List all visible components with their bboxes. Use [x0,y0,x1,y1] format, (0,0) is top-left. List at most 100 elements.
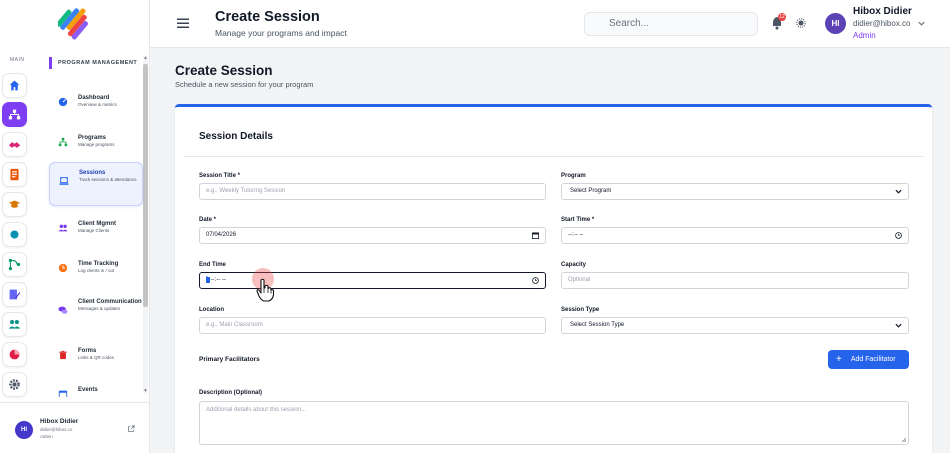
header-title: Create Session [215,9,320,25]
avatar[interactable]: HI [825,13,846,34]
chevron-down-icon [895,189,902,194]
header-user-name: Hibox Didier [853,6,912,17]
chart-pie-icon [9,349,20,360]
clock-icon[interactable] [895,232,902,239]
chevron-down-icon[interactable] [917,19,926,28]
description-textarea[interactable]: Additional details about this session... [199,401,909,445]
gear-icon [9,379,20,390]
add-facilitator-button[interactable]: + Add Facilitator [828,350,909,369]
sidebar-item-subtitle: Overview & metrics [78,102,117,107]
session-details-card: Session Details Session Title * e.g., We… [175,104,932,453]
sidebar-item-programs[interactable]: Programs Manage programs [49,128,143,154]
logo-icon [58,8,89,40]
card-title: Session Details [199,131,273,142]
laptop-icon [58,175,70,187]
program-select-value: Select Program [570,188,612,194]
start-time-input[interactable]: --:-- -- [561,227,909,244]
sidebar-item-title: Dashboard [78,95,110,101]
sidebar-item-subtitle: Manage programs [78,142,115,147]
sidebar-item-client-mgmnt[interactable]: Client Mgmnt Manage Clients [49,214,143,240]
start-time-value: --:-- -- [568,232,584,238]
rail-flow-button[interactable] [2,252,27,277]
sidebar-scrollbar[interactable]: ▲ ▼ [143,56,148,394]
session-title-input[interactable]: e.g., Weekly Tutoring Session [199,183,546,200]
rail-circle-button[interactable] [2,222,27,247]
comments-icon [57,304,69,316]
handshake-icon [8,142,21,148]
page-subtitle: Schedule a new session for your program [175,80,314,89]
rail-programs-button[interactable] [2,102,27,127]
calendar-icon [57,388,69,397]
rail-edit-button[interactable] [2,282,27,307]
scrollbar-thumb[interactable] [143,64,148,307]
sidebar-item-events[interactable]: Events [49,380,143,397]
page-title: Create Session [175,63,273,78]
graduation-icon [8,200,21,208]
plus-icon: + [836,353,842,365]
start-time-label: Start Time * [561,217,595,223]
rail-settings-button[interactable] [2,372,27,397]
avatar: HI [15,421,33,439]
calendar-icon[interactable] [532,232,539,239]
sitemap-icon [8,109,21,120]
sidebar-user-email: didier@hibox.co [40,427,73,432]
header-user-email: didier@hibox.co [853,19,911,28]
clock-icon[interactable] [532,277,539,284]
top-header: Create Session Manage your programs and … [150,0,950,48]
session-type-select[interactable]: Select Session Type [561,317,909,334]
date-value: 07/04/2026 [206,232,237,238]
session-type-value: Select Session Type [570,322,625,328]
external-link-icon[interactable] [127,425,135,433]
program-label: Program [561,173,586,179]
scroll-up-icon[interactable]: ▲ [143,56,148,61]
sidebar-user-card: HI Hibox Didier didier@hibox.co Admin [0,402,150,453]
location-label: Location [199,307,224,313]
clock-icon [57,262,69,274]
rail-partners-button[interactable] [2,132,27,157]
sidebar-item-time-tracking[interactable]: Time Tracking Log clients in / out [49,254,143,280]
sidebar-item-dashboard[interactable]: Dashboard Overview & metrics [49,88,143,114]
sidebar-user-name: Hibox Didier [40,418,79,425]
capacity-label: Capacity [561,262,587,268]
session-type-label: Session Type [561,307,600,313]
users-icon [8,320,21,329]
capacity-input[interactable]: Optional [561,272,909,289]
dashboard-icon [57,96,69,108]
search-input[interactable]: Search... [584,12,758,36]
sun-icon[interactable] [796,18,806,28]
notification-badge: 12 [778,13,786,21]
add-facilitator-label: Add Facilitator [850,356,896,363]
sidebar-item-title: Client Communication [78,299,142,305]
resize-handle-icon[interactable] [901,437,906,442]
rail-reports-button[interactable] [2,342,27,367]
trash-icon [57,349,69,361]
sidebar: MAIN PROGRAM MANAGEMENT Dashboard Overvi… [0,0,150,453]
sidebar-item-subtitle: Track sessions & attendance [79,177,137,182]
sidebar-user-role: Admin [40,434,53,439]
menu-icon[interactable] [177,17,189,29]
session-title-label: Session Title * [199,173,240,179]
facilitators-label: Primary Facilitators [199,356,260,363]
program-select[interactable]: Select Program [561,183,909,200]
header-user-role: Admin [853,31,876,40]
sidebar-nav: PROGRAM MANAGEMENT Dashboard Overview & m… [44,52,150,397]
rail-label: MAIN [10,57,25,63]
sidebar-item-client-communication[interactable]: Client Communication Messages & updates [49,292,143,322]
sidebar-item-forms[interactable]: Forms Links & QR codes [49,341,143,367]
rail-education-button[interactable] [2,192,27,217]
scroll-down-icon[interactable]: ▼ [143,389,148,394]
end-time-input[interactable]: ▌--:-- -- [199,272,546,289]
date-input[interactable]: 07/04/2026 [199,227,546,244]
end-time-label: End Time [199,262,226,268]
document-icon [10,168,19,181]
sidebar-item-sessions[interactable]: Sessions Track sessions & attendance [49,162,143,206]
sidebar-item-title: Client Mgmnt [78,221,116,227]
end-time-value: --:-- -- [210,277,226,283]
flow-icon [8,258,21,271]
sidebar-item-subtitle: Manage Clients [78,228,110,233]
sidebar-item-title: Events [78,387,98,393]
location-input[interactable]: e.g., Main Classroom [199,317,546,334]
rail-documents-button[interactable] [2,162,27,187]
rail-users-button[interactable] [2,312,27,337]
rail-home-button[interactable] [2,73,27,98]
